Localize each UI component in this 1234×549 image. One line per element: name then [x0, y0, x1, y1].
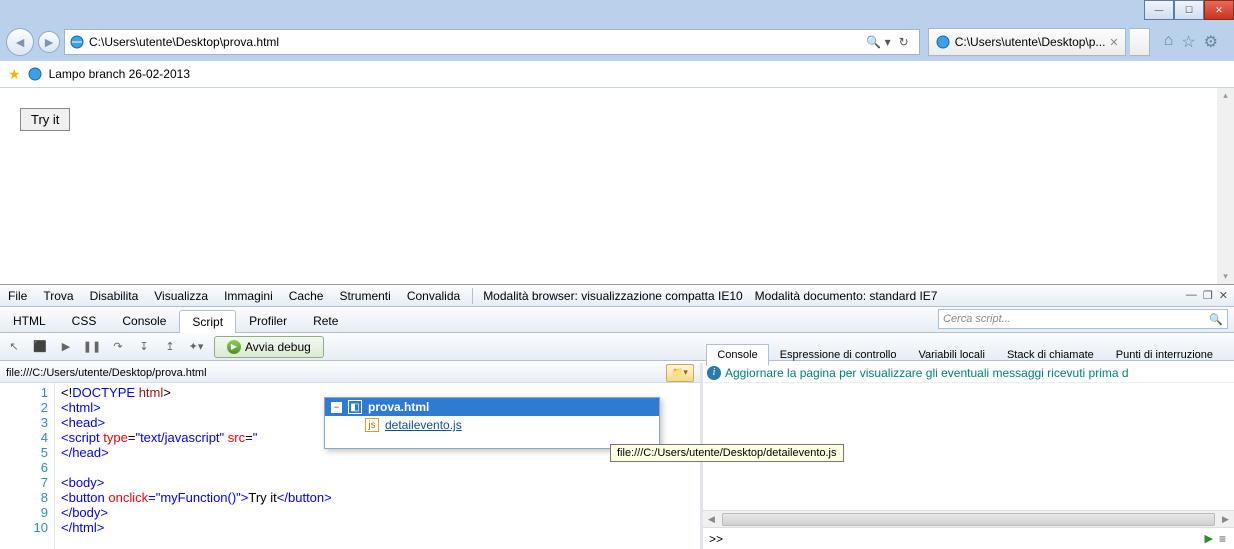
search-icon[interactable]: 🔍 — [1209, 313, 1223, 326]
run-icon[interactable]: ▶ — [1201, 532, 1217, 545]
page-icon — [27, 66, 43, 82]
break-icon[interactable]: ✦▾ — [188, 339, 204, 355]
menu-trova[interactable]: Trova — [35, 289, 81, 303]
tab-console[interactable]: Console — [109, 309, 179, 332]
favorites-star-icon[interactable]: ☆ — [1181, 32, 1195, 52]
console-info-message: i Aggiornare la pagina per visualizzare … — [703, 363, 1234, 383]
info-icon: i — [707, 366, 721, 380]
pause-icon[interactable]: ❚❚ — [84, 339, 100, 355]
browser-tab[interactable]: C:\Users\utente\Desktop\p... ✕ — [928, 28, 1126, 56]
document-mode[interactable]: Modalità documento: standard IE7 — [743, 289, 938, 303]
tab-title: C:\Users\utente\Desktop\p... — [955, 35, 1106, 49]
line-gutter: 12345678910 — [0, 383, 55, 549]
menu-file[interactable]: File — [0, 289, 35, 303]
collapse-icon[interactable]: − — [331, 402, 342, 413]
address-bar[interactable]: C:\Users\utente\Desktop\prova.html 🔍 ▾ ↻ — [64, 29, 920, 55]
menu-disabilita[interactable]: Disabilita — [82, 289, 147, 303]
try-it-button[interactable]: Try it — [20, 108, 70, 131]
new-tab-button[interactable] — [1130, 28, 1150, 56]
html-file-icon: ◧ — [348, 400, 362, 414]
ie-icon — [935, 34, 951, 50]
add-favorite-icon[interactable]: ★ — [8, 66, 21, 83]
tab-html[interactable]: HTML — [0, 309, 59, 332]
script-search-input[interactable]: Cerca script... 🔍 — [938, 309, 1228, 329]
script-path-bar: file:///C:/Users/utente/Desktop/prova.ht… — [0, 363, 700, 383]
console-input[interactable]: >> ▶ ≡ — [703, 527, 1234, 549]
nav-bar: ◄ ► C:\Users\utente\Desktop\prova.html 🔍… — [0, 24, 1234, 60]
devtools-close-icon[interactable]: ✕ — [1219, 289, 1228, 302]
devtools-undock-icon[interactable]: ❐ — [1203, 289, 1213, 302]
tab-css[interactable]: CSS — [59, 309, 110, 332]
play-icon[interactable]: ▶ — [58, 339, 74, 355]
favorite-link[interactable]: Lampo branch 26-02-2013 — [49, 67, 190, 81]
back-button[interactable]: ◄ — [6, 28, 34, 56]
stop-icon[interactable]: ⬛ — [32, 339, 48, 355]
play-circle-icon: ▶ — [227, 340, 241, 354]
file-tooltip: file:///C:/Users/utente/Desktop/detailev… — [610, 444, 844, 462]
tab-script[interactable]: Script — [179, 310, 236, 333]
popup-item-prova[interactable]: − ◧ prova.html — [325, 398, 659, 416]
menu-immagini[interactable]: Immagini — [216, 289, 281, 303]
menu-visualizza[interactable]: Visualizza — [146, 289, 216, 303]
tab-close-icon[interactable]: ✕ — [1109, 36, 1118, 49]
multiline-toggle-icon[interactable]: ≡ — [1217, 532, 1228, 546]
console-hscrollbar[interactable]: ◀▶ — [703, 510, 1234, 527]
pointer-icon[interactable]: ↖ — [6, 339, 22, 355]
tools-gear-icon[interactable]: ⚙ — [1204, 32, 1218, 52]
step-over-icon[interactable]: ↷ — [110, 339, 126, 355]
step-out-icon[interactable]: ↥ — [162, 339, 178, 355]
maximize-button[interactable]: ☐ — [1174, 0, 1204, 20]
tab-profiler[interactable]: Profiler — [236, 309, 300, 332]
window-controls: — ☐ ✕ — [1144, 0, 1234, 20]
page-scrollbar[interactable]: ▴▾ — [1217, 88, 1234, 284]
url-text: C:\Users\utente\Desktop\prova.html — [89, 35, 279, 49]
minimize-button[interactable]: — — [1144, 0, 1174, 20]
search-dropdown-icon[interactable]: 🔍 ▾ — [866, 35, 890, 49]
home-icon[interactable]: ⌂ — [1164, 32, 1174, 52]
js-file-icon: js — [365, 418, 379, 432]
menu-strumenti[interactable]: Strumenti — [331, 289, 398, 303]
browser-mode[interactable]: Modalità browser: visualizzazione compat… — [477, 289, 742, 303]
menu-cache[interactable]: Cache — [281, 289, 332, 303]
menu-convalida[interactable]: Convalida — [399, 289, 468, 303]
step-into-icon[interactable]: ↧ — [136, 339, 152, 355]
forward-button[interactable]: ► — [38, 31, 60, 53]
start-debug-button[interactable]: ▶ Avvia debug — [214, 336, 324, 358]
script-file-popup: − ◧ prova.html js detailevento.js — [324, 397, 660, 449]
script-source-pane: file:///C:/Users/utente/Desktop/prova.ht… — [0, 363, 700, 549]
tab-rete[interactable]: Rete — [300, 309, 351, 332]
devtools-menu: FileTrovaDisabilitaVisualizzaImmaginiCac… — [0, 285, 1234, 307]
ie-icon — [69, 34, 85, 50]
devtools-tabs: HTMLCSSConsoleScriptProfilerRete Cerca s… — [0, 307, 1234, 333]
popup-item-detailevento[interactable]: js detailevento.js — [325, 416, 659, 434]
favorites-bar: ★ Lampo branch 26-02-2013 — [0, 60, 1234, 88]
close-button[interactable]: ✕ — [1204, 0, 1234, 20]
devtools-minimize-icon[interactable]: — — [1186, 289, 1197, 302]
refresh-button[interactable]: ↻ — [899, 35, 909, 49]
file-picker-button[interactable]: 📁▾ — [666, 364, 694, 382]
page-content: Try it ▴▾ — [0, 88, 1234, 284]
devtools-toolbar: ↖ ⬛ ▶ ❚❚ ↷ ↧ ↥ ✦▾ ▶ Avvia debug ConsoleE… — [0, 333, 1234, 361]
